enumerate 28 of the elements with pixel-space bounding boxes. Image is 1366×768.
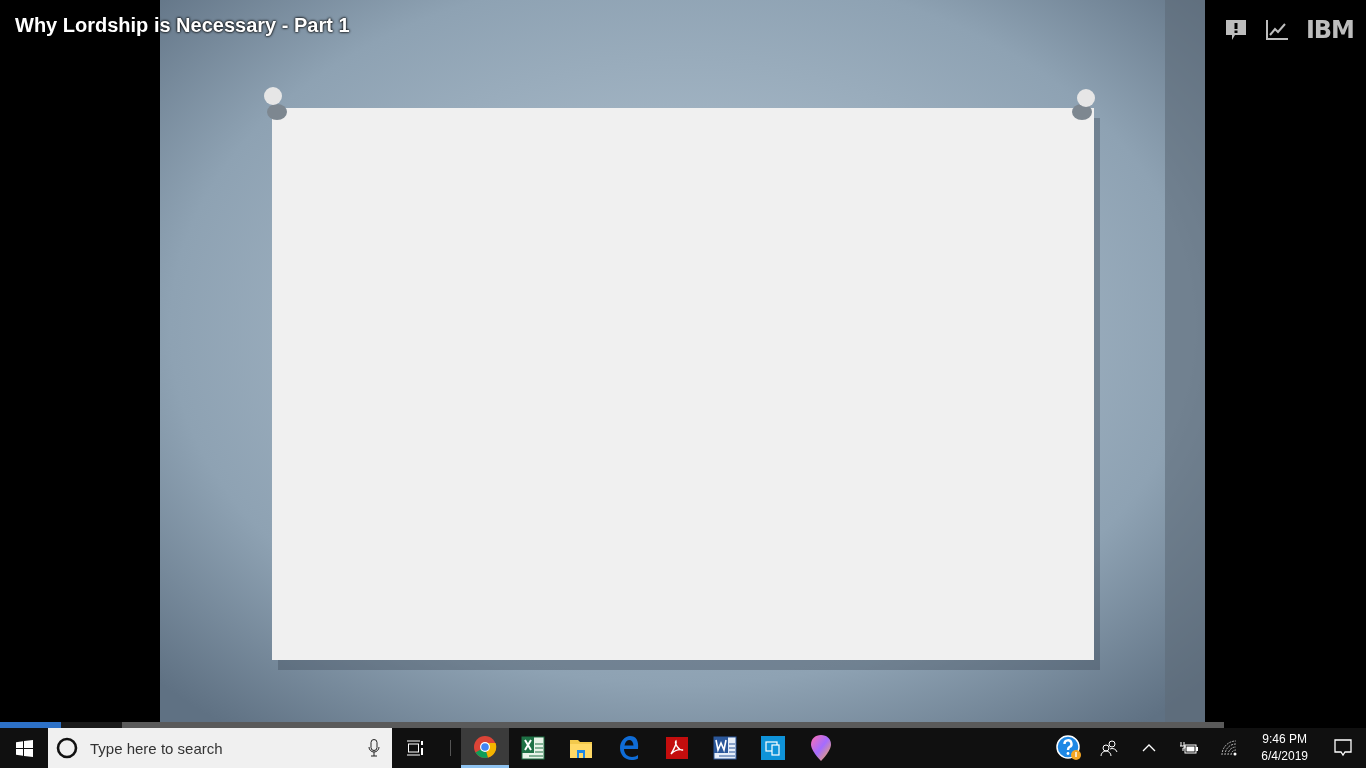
taskbar-app[interactable] — [461, 728, 509, 768]
wifi-icon[interactable] — [1221, 740, 1238, 756]
search-bar[interactable]: Type here to search — [48, 728, 392, 768]
document-icon — [713, 736, 737, 760]
feedback-icon[interactable] — [1223, 18, 1248, 42]
help-icon[interactable] — [1056, 735, 1083, 761]
taskbar-clock[interactable]: 9:46 PM 6/4/2019 — [1249, 731, 1320, 765]
edge-icon — [618, 736, 640, 760]
clock-time: 9:46 PM — [1262, 731, 1307, 748]
clock-date: 6/4/2019 — [1261, 748, 1308, 765]
map-pin-icon — [811, 735, 831, 761]
notification-icon[interactable] — [1334, 739, 1352, 757]
search-field[interactable]: Type here to search — [88, 738, 358, 758]
windows-start-icon[interactable] — [15, 739, 33, 757]
devices-icon — [761, 736, 785, 760]
people-icon[interactable] — [1100, 740, 1119, 756]
chart-icon[interactable] — [1265, 20, 1288, 40]
folder-icon — [569, 737, 593, 759]
task-view-icon[interactable] — [407, 740, 425, 756]
microphone-icon[interactable] — [368, 739, 380, 757]
chevron-up-icon[interactable] — [1142, 744, 1157, 752]
pdf-icon — [666, 737, 688, 759]
spreadsheet-icon — [521, 736, 545, 760]
cortana-icon — [56, 737, 78, 759]
chrome-icon — [473, 734, 497, 759]
battery-icon[interactable] — [1180, 742, 1199, 754]
progress-bar[interactable] — [0, 722, 1224, 728]
logo: IBM — [1305, 16, 1354, 44]
